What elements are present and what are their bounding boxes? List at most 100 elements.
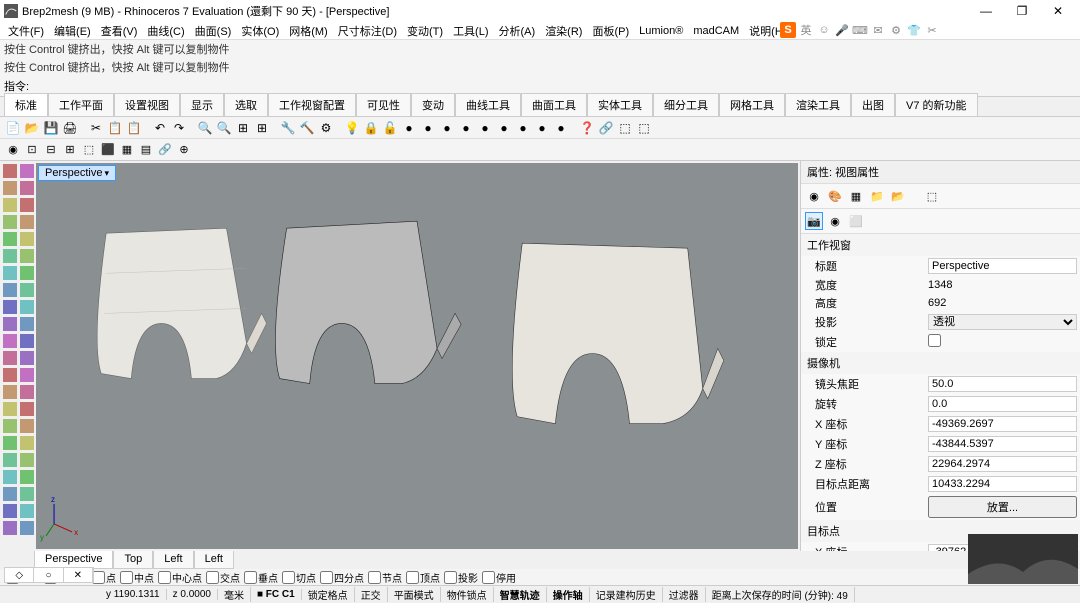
osnap-checkbox[interactable] bbox=[158, 571, 171, 584]
sun-icon[interactable]: ⬜ bbox=[847, 212, 865, 230]
cam-place-button[interactable]: 放置... bbox=[928, 496, 1077, 518]
menu-item[interactable]: 曲线(C) bbox=[143, 23, 188, 39]
status-item[interactable]: 物件锁点 bbox=[441, 587, 494, 602]
osnap-checkbox[interactable] bbox=[206, 571, 219, 584]
osnap-item[interactable]: 中心点 bbox=[158, 570, 202, 585]
menu-item[interactable]: 编辑(E) bbox=[50, 23, 95, 39]
toolbar-button[interactable]: 🔍 bbox=[215, 119, 233, 137]
osnap-item[interactable]: 切点 bbox=[282, 570, 316, 585]
cam-y-field[interactable] bbox=[928, 436, 1077, 452]
camera-icon[interactable]: ◉ bbox=[826, 212, 844, 230]
toolbar-tab[interactable]: 曲线工具 bbox=[455, 93, 521, 116]
filter-icon[interactable]: ✕ bbox=[64, 568, 93, 582]
toolbar-button[interactable]: 📂 bbox=[23, 119, 41, 137]
tool-button[interactable] bbox=[20, 504, 34, 518]
toolbar-button[interactable]: ⊞ bbox=[61, 141, 79, 159]
toolbar-button[interactable]: 🔧 bbox=[279, 119, 297, 137]
tool-button[interactable] bbox=[20, 215, 34, 229]
menu-item[interactable]: madCAM bbox=[689, 25, 743, 37]
ime-lang[interactable]: 英 bbox=[798, 22, 814, 38]
osnap-item[interactable]: 四分点 bbox=[320, 570, 364, 585]
menu-item[interactable]: 变动(T) bbox=[403, 23, 447, 39]
tool-button[interactable] bbox=[20, 436, 34, 450]
toolbar-button[interactable]: ● bbox=[457, 119, 475, 137]
tool-button[interactable] bbox=[3, 402, 17, 416]
osnap-item[interactable]: 交点 bbox=[206, 570, 240, 585]
status-item[interactable]: 距离上次保存的时间 (分钟): 49 bbox=[706, 587, 855, 602]
tool-button[interactable] bbox=[3, 487, 17, 501]
status-item[interactable]: 锁定格点 bbox=[302, 587, 355, 602]
tool-button[interactable] bbox=[20, 266, 34, 280]
focal-field[interactable] bbox=[928, 376, 1077, 392]
toolbar-button[interactable]: ⊞ bbox=[253, 119, 271, 137]
tool-button[interactable] bbox=[3, 368, 17, 382]
osnap-checkbox[interactable] bbox=[368, 571, 381, 584]
toolbar-tab[interactable]: 出图 bbox=[851, 93, 895, 116]
osnap-item[interactable]: 投影 bbox=[444, 570, 478, 585]
viewport-props-icon[interactable]: 📷 bbox=[805, 212, 823, 230]
osnap-checkbox[interactable] bbox=[282, 571, 295, 584]
osnap-item[interactable]: 顶点 bbox=[406, 570, 440, 585]
tool-button[interactable] bbox=[20, 385, 34, 399]
toolbar-button[interactable]: ⬚ bbox=[616, 119, 634, 137]
tool-button[interactable] bbox=[20, 487, 34, 501]
toolbar-button[interactable]: 🔗 bbox=[156, 141, 174, 159]
toolbar-button[interactable]: ● bbox=[533, 119, 551, 137]
toolbar-button[interactable]: 🔒 bbox=[362, 119, 380, 137]
toolbar-tab[interactable]: 标准 bbox=[4, 93, 48, 116]
tool-button[interactable] bbox=[3, 385, 17, 399]
ime-icon[interactable]: ⌨ bbox=[852, 22, 868, 38]
osnap-item[interactable]: 中点 bbox=[120, 570, 154, 585]
menu-item[interactable]: 文件(F) bbox=[4, 23, 48, 39]
toolbar-tab[interactable]: V7 的新功能 bbox=[895, 93, 978, 116]
rotation-field[interactable] bbox=[928, 396, 1077, 412]
cam-z-field[interactable] bbox=[928, 456, 1077, 472]
cam-x-field[interactable] bbox=[928, 416, 1077, 432]
tool-button[interactable] bbox=[20, 334, 34, 348]
tool-button[interactable] bbox=[20, 249, 34, 263]
toolbar-button[interactable]: ↷ bbox=[170, 119, 188, 137]
sogou-icon[interactable]: S bbox=[780, 22, 796, 38]
toolbar-tab[interactable]: 显示 bbox=[180, 93, 224, 116]
tool-button[interactable] bbox=[20, 351, 34, 365]
toolbar-tab[interactable]: 曲面工具 bbox=[521, 93, 587, 116]
status-item[interactable]: 记录建构历史 bbox=[590, 587, 663, 602]
tool-button[interactable] bbox=[20, 198, 34, 212]
tool-button[interactable] bbox=[3, 334, 17, 348]
menu-item[interactable]: 尺寸标注(D) bbox=[334, 23, 401, 39]
toolbar-button[interactable]: ● bbox=[419, 119, 437, 137]
ime-icon[interactable]: ✉ bbox=[870, 22, 886, 38]
toolbar-button[interactable]: ⊡ bbox=[23, 141, 41, 159]
toolbar-button[interactable]: ⬛ bbox=[99, 141, 117, 159]
tool-button[interactable] bbox=[20, 402, 34, 416]
osnap-item[interactable]: 停用 bbox=[482, 570, 516, 585]
viewport[interactable]: Perspective for(var i=0;i<12;i++)documen… bbox=[36, 163, 798, 549]
toolbar-button[interactable]: ▤ bbox=[137, 141, 155, 159]
title-field[interactable] bbox=[928, 258, 1077, 274]
status-item[interactable]: 智慧轨迹 bbox=[494, 587, 547, 602]
toolbar-tab[interactable]: 选取 bbox=[224, 93, 268, 116]
tool-button[interactable] bbox=[3, 164, 17, 178]
menu-item[interactable]: 查看(V) bbox=[97, 23, 142, 39]
toolbar-button[interactable]: 🖨 bbox=[61, 119, 79, 137]
osnap-item[interactable]: 垂点 bbox=[244, 570, 278, 585]
tool-button[interactable] bbox=[3, 436, 17, 450]
toolbar-button[interactable]: ⊕ bbox=[175, 141, 193, 159]
tool-button[interactable] bbox=[20, 317, 34, 331]
status-item[interactable]: 操作轴 bbox=[547, 587, 590, 602]
ime-icon[interactable]: 🎤 bbox=[834, 22, 850, 38]
maximize-button[interactable]: ❐ bbox=[1004, 0, 1040, 22]
tool-button[interactable] bbox=[20, 368, 34, 382]
toolbar-button[interactable]: ⊞ bbox=[234, 119, 252, 137]
osnap-item[interactable]: 点 bbox=[92, 570, 116, 585]
tool-button[interactable] bbox=[3, 504, 17, 518]
tool-button[interactable] bbox=[3, 215, 17, 229]
toolbar-button[interactable]: ● bbox=[400, 119, 418, 137]
open-icon[interactable]: 📂 bbox=[889, 187, 907, 205]
tool-button[interactable] bbox=[3, 181, 17, 195]
ime-icon[interactable]: ☺ bbox=[816, 22, 832, 38]
menu-item[interactable]: 工具(L) bbox=[449, 23, 492, 39]
filter-icon[interactable]: ◇ bbox=[5, 568, 34, 582]
toolbar-button[interactable]: ● bbox=[495, 119, 513, 137]
toolbar-button[interactable]: 🔗 bbox=[597, 119, 615, 137]
